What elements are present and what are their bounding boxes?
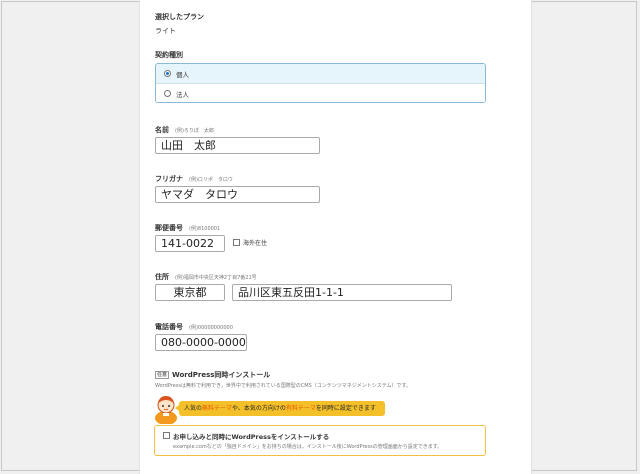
furigana-input[interactable]: ヤマダ タロウ <box>155 186 320 203</box>
theme-banner: 人気の無料テーマや、本気の方向けの有料テーマを同時に設定できます <box>175 401 385 416</box>
wordpress-install-note: example.comなどの「独自ドメイン」をお持ちの場合は，インストール後にW… <box>173 444 443 450</box>
radio-label: 法人 <box>176 91 189 99</box>
plan-label: 選択したプラン <box>155 13 204 21</box>
banner-text-pre: 人気の <box>184 405 203 412</box>
banner-highlight-paid: 有料テーマ <box>285 405 316 412</box>
postal-label: 郵便番号 (例)8100001 <box>155 223 220 233</box>
plan-value: ライト <box>155 27 176 35</box>
radio-option-corporate[interactable]: 法人 <box>156 84 485 102</box>
name-input[interactable]: 山田 太郎 <box>155 137 320 154</box>
radio-option-individual[interactable]: 個人 <box>156 64 485 84</box>
optional-badge: 任意 <box>155 371 170 379</box>
postal-label-text: 郵便番号 <box>155 224 183 232</box>
wordpress-install-label[interactable]: お申し込みと同時にWordPressをインストールする <box>173 431 329 441</box>
overseas-checkbox[interactable] <box>233 239 240 246</box>
contract-label: 契約種別 <box>155 51 183 59</box>
address-label: 住所 (例)福岡市中央区天神2丁目7番21号 <box>155 272 257 282</box>
postal-example: (例)8100001 <box>189 226 221 232</box>
postal-input[interactable]: 141-0022 <box>155 235 225 252</box>
banner-highlight-free: 無料テーマ <box>202 405 233 412</box>
address-example: (例)福岡市中央区天神2丁目7番21号 <box>175 275 257 281</box>
banner-text-mid: や、本気の方向けの <box>232 405 286 412</box>
phone-input[interactable]: 080-0000-0000 <box>155 334 247 351</box>
name-label-text: 名前 <box>155 126 169 134</box>
wordpress-install-box: お申し込みと同時にWordPressをインストールする example.comな… <box>154 425 486 456</box>
banner-text-post: を同時に設定できます <box>315 405 376 412</box>
furigana-label-text: フリガナ <box>155 175 183 183</box>
contract-radio-group: 個人 法人 <box>155 63 486 103</box>
address-label-text: 住所 <box>155 273 169 281</box>
radio-unselected-icon[interactable] <box>164 90 171 97</box>
furigana-label: フリガナ (例)ロリポ タロウ <box>155 174 233 184</box>
wordpress-heading: 任意 WordPress同時インストール <box>155 370 270 380</box>
wordpress-install-checkbox[interactable] <box>163 432 170 439</box>
wordpress-description: WordPressは無料で利用でき，世界中で利用されている国際型のCMS（コンテ… <box>155 383 412 389</box>
wordpress-title: WordPress同時インストール <box>172 371 271 379</box>
furigana-example: (例)ロリポ タロウ <box>189 177 233 183</box>
prefecture-input[interactable]: 東京都 <box>155 284 225 301</box>
phone-label: 電話番号 (例)00000000000 <box>155 322 233 332</box>
radio-selected-icon[interactable] <box>164 70 171 77</box>
phone-example: (例)00000000000 <box>189 325 233 331</box>
radio-label: 個人 <box>176 71 189 79</box>
overseas-label: 海外在住 <box>243 240 268 247</box>
phone-label-text: 電話番号 <box>155 323 183 331</box>
name-label: 名前 (例)ろりぽ 太郎 <box>155 125 214 135</box>
name-example: (例)ろりぽ 太郎 <box>175 128 214 134</box>
street-input[interactable]: 品川区東五反田1-1-1 <box>232 284 452 301</box>
